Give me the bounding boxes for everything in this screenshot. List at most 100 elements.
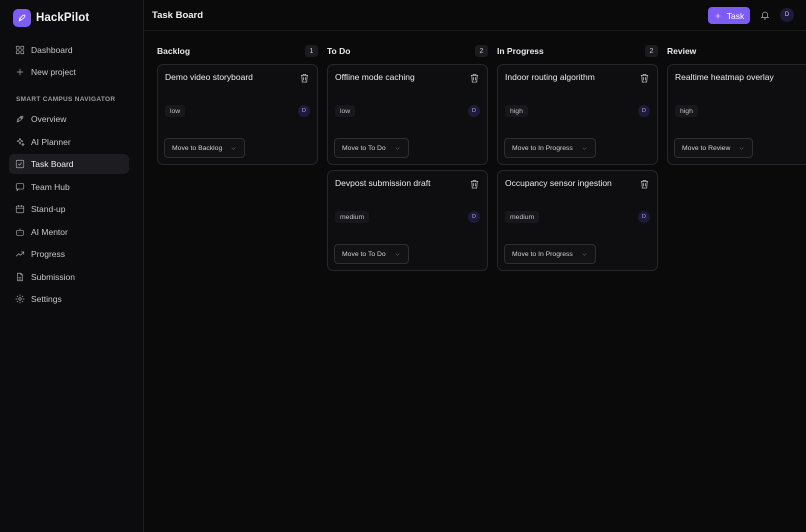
trash-icon[interactable]: [470, 179, 479, 189]
chevron-down-icon: [395, 252, 400, 256]
task-card[interactable]: Indoor routing algorithm high D Move to …: [497, 64, 658, 165]
sidebar-item-ai-planner[interactable]: AI Planner: [9, 132, 129, 152]
move-select[interactable]: Move to In Progress: [504, 138, 596, 158]
plus-icon: [715, 13, 721, 18]
trash-icon[interactable]: [640, 73, 649, 83]
move-select-label: Move to To Do: [342, 144, 386, 152]
task-card[interactable]: Devpost submission draft medium D Move t…: [327, 170, 488, 271]
plus-icon: [15, 67, 25, 77]
sidebar-item-label: Dashboard: [31, 45, 73, 55]
calendar-icon: [15, 204, 25, 214]
column-in-progress: In Progress 2 Indoor routing algorithm h…: [497, 40, 658, 271]
layout-grid-icon: [15, 45, 25, 55]
move-select-label: Move to Review: [682, 144, 731, 152]
sidebar-item-label: Settings: [31, 294, 62, 304]
sidebar-item-settings[interactable]: Settings: [9, 289, 129, 309]
sidebar-item-label: Task Board: [31, 159, 74, 169]
task-title: Indoor routing algorithm: [505, 72, 595, 82]
chevron-down-icon: [739, 146, 744, 150]
sidebar-item-label: Team Hub: [31, 182, 70, 192]
move-select[interactable]: Move to To Do: [334, 138, 409, 158]
bot-icon: [15, 227, 25, 237]
move-select[interactable]: Move to To Do: [334, 244, 409, 264]
sidebar-item-label: AI Planner: [31, 137, 71, 147]
task-card[interactable]: Realtime heatmap overlay high Move to Re…: [667, 64, 806, 165]
column-title: To Do: [327, 46, 351, 56]
move-select[interactable]: Move to In Progress: [504, 244, 596, 264]
trending-up-icon: [15, 249, 25, 259]
sparkles-icon: [15, 137, 25, 147]
move-select-label: Move to To Do: [342, 250, 386, 258]
chevron-down-icon: [582, 252, 587, 256]
column-count-badge: 2: [475, 45, 488, 57]
assignee-avatar: D: [468, 105, 480, 117]
sidebar: HackPilot Dashboard New project SMART CA…: [0, 0, 144, 532]
chevron-down-icon: [231, 146, 236, 150]
add-task-button[interactable]: Task: [708, 7, 750, 24]
task-title: Realtime heatmap overlay: [675, 72, 774, 82]
task-card[interactable]: Occupancy sensor ingestion medium D Move…: [497, 170, 658, 271]
assignee-avatar: D: [638, 211, 650, 223]
sidebar-item-label: Overview: [31, 114, 67, 124]
task-title: Offline mode caching: [335, 72, 415, 82]
move-select[interactable]: Move to Review: [674, 138, 754, 158]
chat-icon: [15, 182, 25, 192]
move-select-label: Move to Backlog: [172, 144, 223, 152]
topbar: Task Board Task D: [144, 0, 806, 31]
sidebar-item-overview[interactable]: Overview: [9, 109, 129, 129]
column-title: In Progress: [497, 46, 544, 56]
checkbox-icon: [15, 159, 25, 169]
avatar[interactable]: D: [780, 8, 794, 22]
sidebar-item-stand-up[interactable]: Stand-up: [9, 199, 129, 219]
column-to-do: To Do 2 Offline mode caching low D Move …: [327, 40, 488, 271]
trash-icon[interactable]: [640, 179, 649, 189]
trash-icon[interactable]: [470, 73, 479, 83]
rocket-icon: [15, 114, 25, 124]
add-task-label: Task: [726, 10, 745, 21]
task-title: Demo video storyboard: [165, 72, 253, 82]
sidebar-item-new-project[interactable]: New project: [9, 62, 129, 82]
column-count-badge: 2: [645, 45, 658, 57]
sidebar-item-label: New project: [31, 67, 76, 77]
task-title: Devpost submission draft: [335, 178, 431, 188]
trash-icon[interactable]: [300, 73, 309, 83]
sidebar-item-label: Submission: [31, 272, 75, 282]
task-title: Occupancy sensor ingestion: [505, 178, 612, 188]
gear-icon: [15, 294, 25, 304]
priority-badge: medium: [505, 211, 540, 223]
task-card[interactable]: Offline mode caching low D Move to To Do: [327, 64, 488, 165]
sidebar-item-label: Progress: [31, 249, 66, 259]
page-title: Task Board: [152, 10, 204, 21]
sidebar-item-dashboard[interactable]: Dashboard: [9, 40, 129, 60]
sidebar-item-team-hub[interactable]: Team Hub: [9, 177, 129, 197]
sidebar-item-progress[interactable]: Progress: [9, 244, 129, 264]
column-backlog: Backlog 1 Demo video storyboard low D Mo…: [157, 40, 318, 165]
chevron-down-icon: [395, 146, 400, 150]
assignee-avatar: D: [638, 105, 650, 117]
sidebar-item-label: Stand-up: [31, 204, 66, 214]
sidebar-item-ai-mentor[interactable]: AI Mentor: [9, 222, 129, 242]
move-select-label: Move to In Progress: [512, 144, 573, 152]
priority-badge: medium: [335, 211, 370, 223]
task-card[interactable]: Demo video storyboard low D Move to Back…: [157, 64, 318, 165]
sidebar-item-label: AI Mentor: [31, 227, 68, 237]
rocket-logo-icon: [13, 9, 31, 27]
assignee-avatar: D: [468, 211, 480, 223]
column-header: To Do 2: [327, 40, 488, 62]
sidebar-item-task-board[interactable]: Task Board: [9, 154, 129, 174]
move-select-label: Move to In Progress: [512, 250, 573, 258]
priority-badge: high: [505, 105, 528, 117]
sidebar-item-submission[interactable]: Submission: [9, 267, 129, 287]
move-select[interactable]: Move to Backlog: [164, 138, 246, 158]
column-count-badge: 1: [305, 45, 318, 57]
brand[interactable]: HackPilot: [13, 9, 89, 27]
bell-icon[interactable]: [760, 10, 770, 20]
brand-name: HackPilot: [36, 12, 90, 24]
document-icon: [15, 272, 25, 282]
column-header: Backlog 1: [157, 40, 318, 62]
column-title: Backlog: [157, 46, 191, 56]
sidebar-section-label: SMART CAMPUS NAVIGATOR: [16, 96, 116, 103]
column-review: Review Realtime heatmap overlay high Mov…: [667, 40, 806, 170]
priority-badge: low: [335, 105, 356, 117]
column-title: Review: [667, 46, 697, 56]
